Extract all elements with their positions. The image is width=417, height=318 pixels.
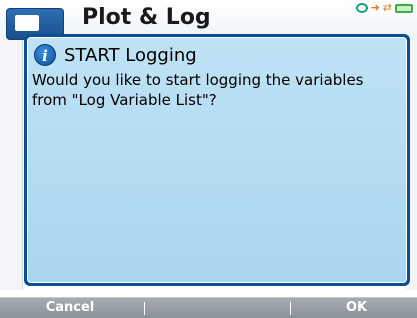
ok-button[interactable]: OK [296,298,417,318]
info-icon: i [34,44,56,66]
softkey-divider [290,302,291,315]
network-icon: ⇄ [382,1,392,14]
usb-connection-icon [355,3,368,13]
app-icon-graphic [15,15,39,31]
softkey-divider [144,302,145,315]
app-title: Plot & Log [82,5,211,30]
dialog-message: Would you like to start logging the vari… [32,71,364,109]
battery-icon [395,3,413,13]
background-panel-left [0,40,23,290]
softkey-bar: Cancel OK [0,297,417,318]
dialog-content: i START Logging Would you like to start … [27,37,407,283]
cancel-button[interactable]: Cancel [0,298,140,318]
dialog-title: START Logging [64,44,197,66]
transfer-arrow-icon: ➜ [370,1,380,14]
status-bar: ➜ ⇄ [355,1,413,15]
dialog-header: i START Logging [34,42,197,68]
start-logging-dialog: i START Logging Would you like to start … [24,34,410,286]
screen: Plot & Log ➜ ⇄ i START Logging Would you… [0,0,417,318]
